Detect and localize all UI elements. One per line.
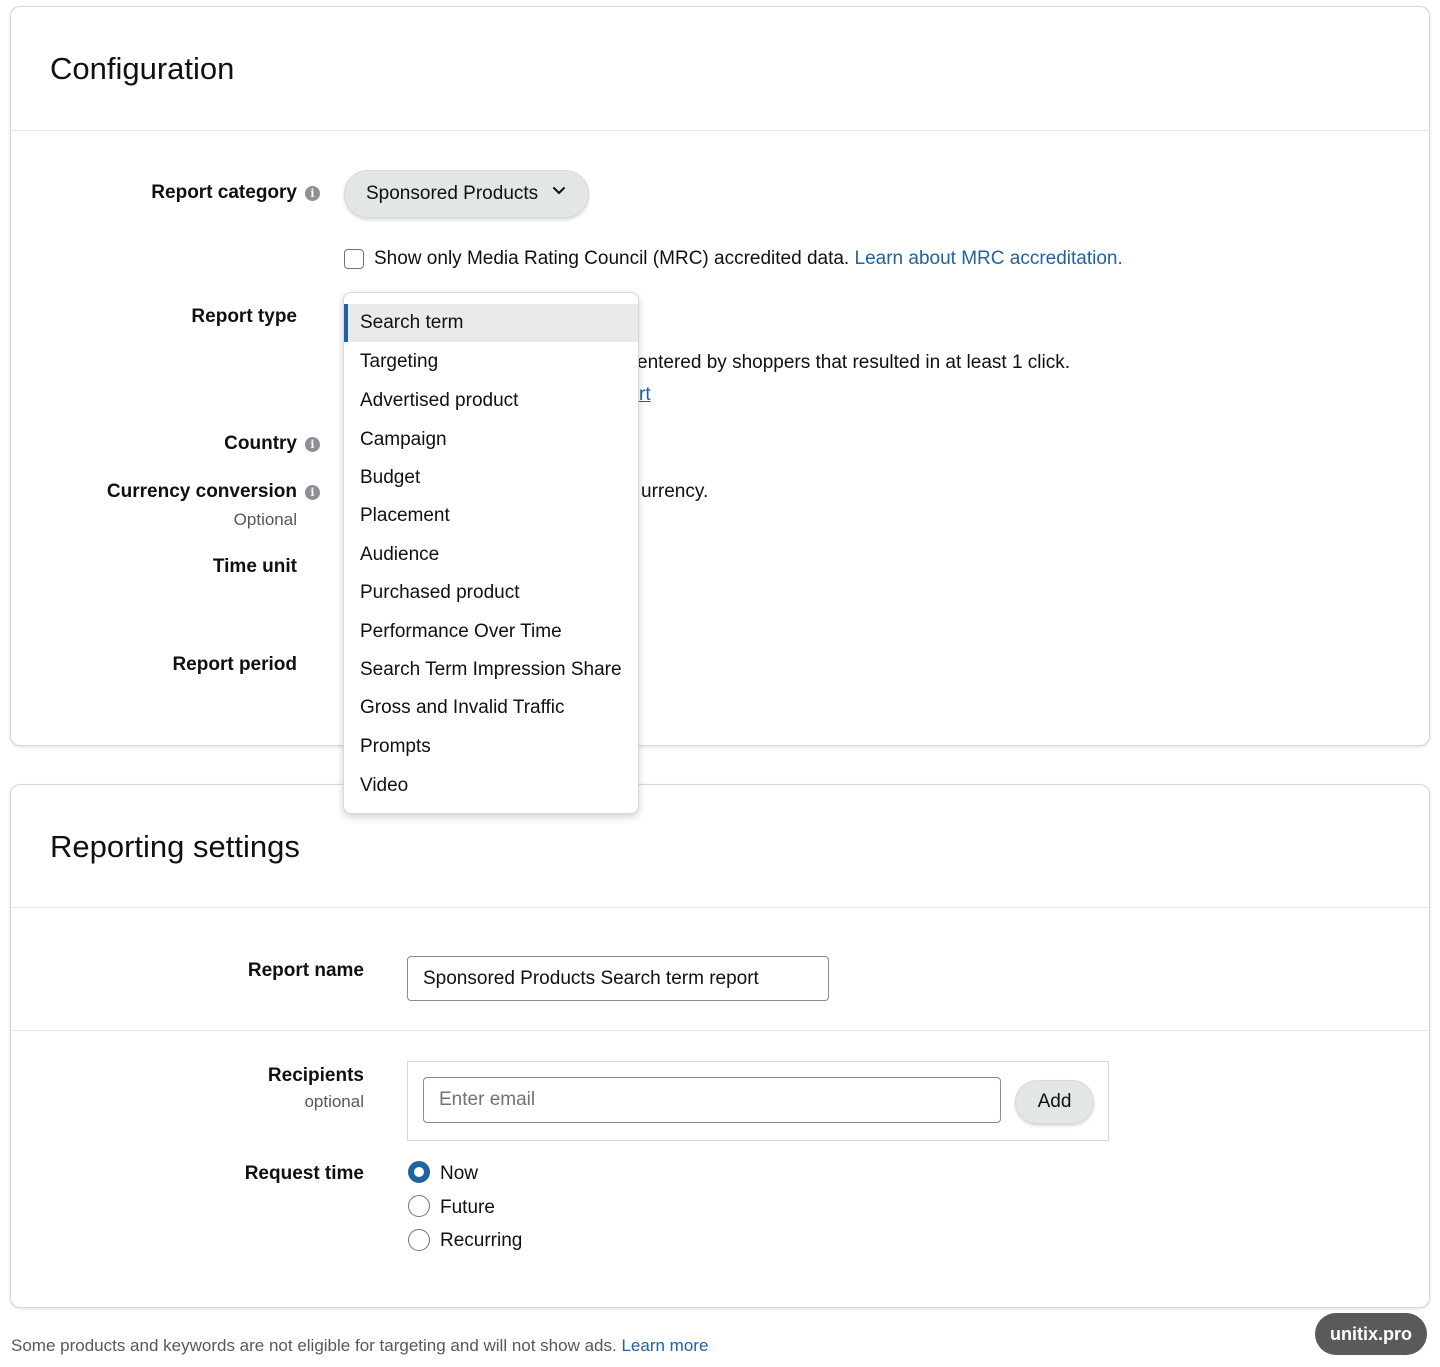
mrc-text: Show only Media Rating Council (MRC) acc…: [374, 248, 850, 269]
watermark-badge: unitix.pro: [1315, 1313, 1427, 1355]
report-category-value: Sponsored Products: [366, 183, 539, 204]
radio-now[interactable]: [408, 1161, 430, 1183]
report-type-learn-link[interactable]: rt: [639, 384, 651, 406]
info-icon[interactable]: i: [305, 437, 320, 452]
reporting-divider-2: [11, 1030, 1429, 1031]
footer-text: Some products and keywords are not eligi…: [11, 1336, 617, 1355]
dropdown-item-campaign[interactable]: Campaign: [344, 421, 638, 459]
report-type-link-text[interactable]: rt: [639, 384, 651, 405]
dropdown-item-purchased-product[interactable]: Purchased product: [344, 574, 638, 612]
dropdown-item-placement[interactable]: Placement: [344, 497, 638, 535]
reporting-divider: [11, 907, 1429, 908]
report-category-label: Report category: [151, 182, 297, 203]
radio-recurring-label[interactable]: Recurring: [440, 1230, 522, 1252]
dropdown-item-search-term[interactable]: Search term: [344, 304, 638, 342]
configuration-title: Configuration: [50, 51, 235, 86]
mrc-learn-link[interactable]: Learn about MRC accreditation.: [855, 248, 1123, 269]
email-input[interactable]: [423, 1077, 1001, 1123]
info-icon[interactable]: i: [305, 485, 320, 500]
dropdown-item-gross-invalid-traffic[interactable]: Gross and Invalid Traffic: [344, 689, 638, 727]
report-type-description: entered by shoppers that resulted in at …: [637, 352, 1071, 373]
info-icon[interactable]: i: [305, 186, 320, 201]
dropdown-item-performance-over-time[interactable]: Performance Over Time: [344, 613, 638, 651]
add-email-button[interactable]: Add: [1015, 1080, 1094, 1124]
dropdown-item-budget[interactable]: Budget: [344, 459, 638, 497]
time-unit-label: Time unit: [212, 556, 297, 577]
radio-future[interactable]: [408, 1195, 430, 1217]
dropdown-item-targeting[interactable]: Targeting: [344, 343, 638, 381]
currency-optional-label: Optional: [233, 510, 297, 529]
recipients-optional-label: optional: [304, 1092, 364, 1111]
report-type-label: Report type: [191, 306, 297, 327]
report-category-dropdown[interactable]: Sponsored Products: [344, 170, 589, 218]
recipients-box: Add: [407, 1061, 1109, 1141]
dropdown-item-prompts[interactable]: Prompts: [344, 728, 638, 766]
dropdown-item-advertised-product[interactable]: Advertised product: [344, 382, 638, 420]
footer-learn-more-link[interactable]: Learn more: [621, 1336, 708, 1355]
recipients-label: Recipients: [267, 1065, 364, 1086]
reporting-settings-card: Reporting settings Report name Recipient…: [10, 784, 1430, 1308]
currency-text: urrency.: [641, 481, 709, 502]
mrc-text-row: Show only Media Rating Council (MRC) acc…: [374, 248, 1123, 270]
request-time-label: Request time: [244, 1163, 364, 1184]
footer-notice: Some products and keywords are not eligi…: [11, 1336, 708, 1356]
report-name-label: Report name: [247, 960, 364, 981]
dropdown-item-search-term-impression-share[interactable]: Search Term Impression Share: [344, 651, 638, 689]
radio-recurring[interactable]: [408, 1229, 430, 1251]
currency-conversion-label: Currency conversion: [106, 481, 297, 502]
dropdown-item-video[interactable]: Video: [344, 767, 638, 805]
configuration-divider: [11, 130, 1429, 131]
dropdown-item-audience[interactable]: Audience: [344, 536, 638, 574]
radio-future-label[interactable]: Future: [440, 1197, 495, 1219]
reporting-settings-title: Reporting settings: [50, 829, 300, 864]
report-type-dropdown-menu: Search term Targeting Advertised product…: [343, 292, 639, 814]
report-name-input[interactable]: [407, 956, 829, 1001]
configuration-card: Configuration Report category i Sponsore…: [10, 6, 1430, 746]
chevron-down-icon: [551, 182, 567, 204]
mrc-checkbox[interactable]: [344, 249, 364, 269]
report-period-label: Report period: [172, 654, 297, 675]
country-label: Country: [224, 433, 297, 454]
radio-now-label[interactable]: Now: [440, 1163, 478, 1185]
